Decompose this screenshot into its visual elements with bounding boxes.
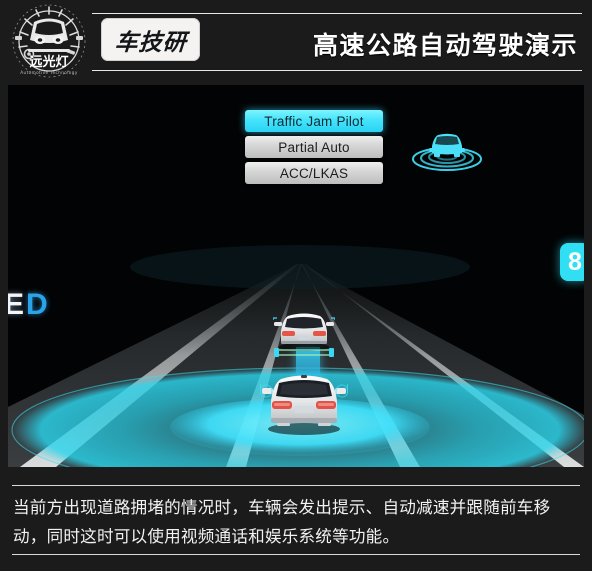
screenshot-photo: Traffic Jam Pilot Partial Auto ACC/LKAS (8, 85, 584, 467)
column-badge: 车技研 (101, 18, 200, 61)
photo-scene: Traffic Jam Pilot Partial Auto ACC/LKAS (8, 85, 584, 467)
lead-vehicle (273, 303, 335, 361)
svg-text:远光灯: 远光灯 (29, 54, 68, 70)
menu-item-partial-auto[interactable]: Partial Auto (245, 136, 383, 158)
svg-text:Automotive Technology: Automotive Technology (20, 70, 78, 75)
ego-vehicle-graphic (260, 375, 348, 435)
menu-item-label: Partial Auto (278, 139, 350, 155)
roadside-sign-text: ED (8, 288, 50, 321)
caption-area: 当前方出现道路拥堵的情况时，车辆会发出提示、自动减速并跟随前车移动，同时这时可以… (0, 467, 592, 571)
roadside-sign: ED (8, 290, 50, 320)
header-bar: 远光灯 Automotive Technology 车技研 高速公路自动驾驶演示 (0, 0, 592, 82)
hmi-mode-menu[interactable]: Traffic Jam Pilot Partial Auto ACC/LKAS (245, 110, 383, 188)
speed-limit-value: 8 (568, 247, 582, 276)
menu-item-label: Traffic Jam Pilot (264, 113, 364, 129)
menu-item-acc-lkas[interactable]: ACC/LKAS (245, 162, 383, 184)
header-divider-bottom (92, 70, 582, 71)
caption-text: 当前方出现道路拥堵的情况时，车辆会发出提示、自动减速并跟随前车移动，同时这时可以… (13, 498, 551, 546)
caption-divider-top (12, 485, 580, 486)
header-divider-top (92, 13, 582, 14)
column-badge-label: 车技研 (113, 29, 188, 55)
article-figure: 远光灯 Automotive Technology 车技研 高速公路自动驾驶演示 (0, 0, 592, 571)
car-radar-icon (404, 124, 490, 172)
menu-item-label: ACC/LKAS (279, 165, 349, 181)
page-title: 高速公路自动驾驶演示 (312, 31, 578, 60)
menu-item-traffic-jam-pilot[interactable]: Traffic Jam Pilot (245, 110, 383, 132)
logo-graphic: 远光灯 Automotive Technology (12, 4, 86, 78)
caption-divider-bottom (12, 554, 580, 555)
car-radar-graphic (412, 133, 482, 171)
ego-vehicle (260, 363, 348, 445)
lead-vehicle-graphic (273, 313, 335, 357)
speed-limit-badge: 8 (560, 243, 584, 281)
site-logo: 远光灯 Automotive Technology (6, 2, 92, 80)
